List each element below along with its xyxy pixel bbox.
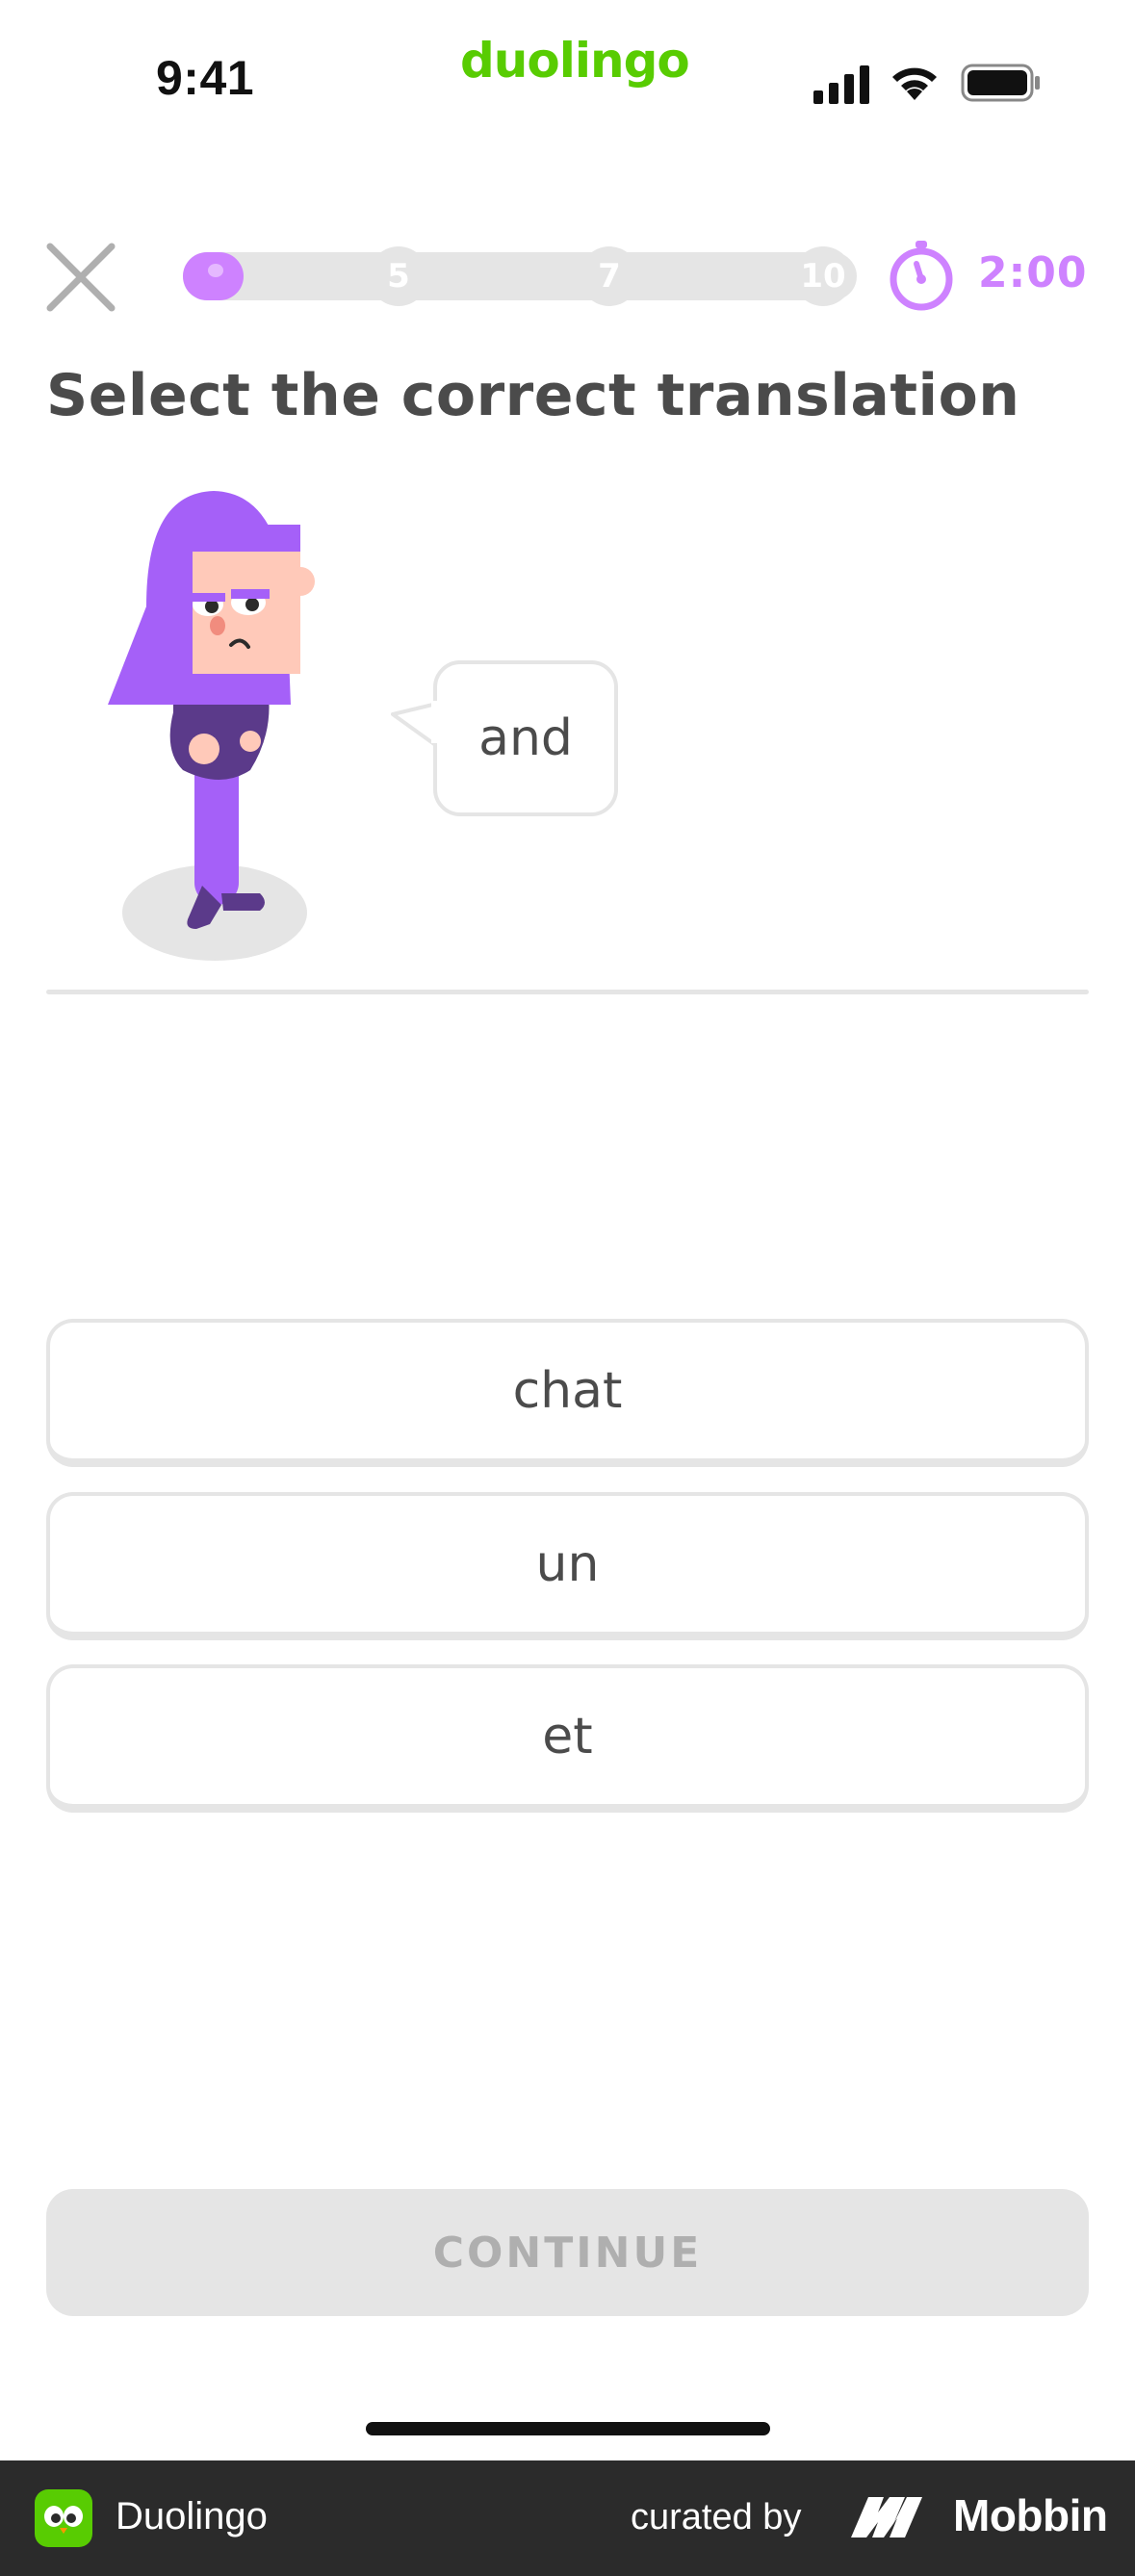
continue-button[interactable]: CONTINUE <box>46 2189 1089 2316</box>
lesson-screen: 9:41 duolingo 5 7 10 2:00 Select the cor… <box>0 0 1135 2576</box>
divider <box>46 990 1089 994</box>
close-button[interactable] <box>44 241 117 314</box>
timer-value: 2:00 <box>978 248 1088 297</box>
speech-bubble[interactable]: and <box>433 660 618 816</box>
progress-fill <box>183 252 244 300</box>
wifi-icon <box>892 67 937 100</box>
close-icon <box>46 243 116 312</box>
signal-icon <box>813 65 869 104</box>
owl-icon <box>44 2506 83 2534</box>
answer-option-label: chat <box>512 1361 623 1420</box>
footer-app-name: Duolingo <box>116 2495 268 2537</box>
milestone-marker: 5 <box>369 246 428 306</box>
footer-mobbin-brand: Mobbin <box>953 2490 1108 2540</box>
answer-option-label: et <box>542 1707 593 1765</box>
home-indicator <box>366 2422 770 2435</box>
status-bar: 9:41 duolingo <box>0 0 1135 144</box>
app-icon <box>35 2489 92 2547</box>
lesson-progress-bar: 5 7 10 <box>183 246 857 306</box>
character-illustration <box>108 491 315 961</box>
prompt-word: and <box>478 709 573 767</box>
milestone-marker: 10 <box>793 246 853 306</box>
battery-icon <box>961 64 1040 102</box>
brand-logo: duolingo <box>460 33 690 89</box>
footer-bar: Duolingo curated by Mobbin <box>0 2460 1135 2576</box>
answer-option-label: un <box>535 1534 600 1593</box>
milestone-marker: 7 <box>580 246 639 306</box>
answer-option[interactable]: chat <box>46 1319 1089 1467</box>
answer-option[interactable]: un <box>46 1492 1089 1640</box>
prompt-title: Select the correct translation <box>46 362 1020 429</box>
footer-curated-by: curated by <box>631 2497 802 2537</box>
timer-icon <box>890 241 953 311</box>
status-time: 9:41 <box>156 51 255 105</box>
answer-option[interactable]: et <box>46 1664 1089 1813</box>
mobbin-logo-icon <box>851 2497 922 2537</box>
progress-shine <box>208 264 223 277</box>
bubble-tail-joint <box>431 701 441 743</box>
continue-label: CONTINUE <box>432 2228 703 2278</box>
